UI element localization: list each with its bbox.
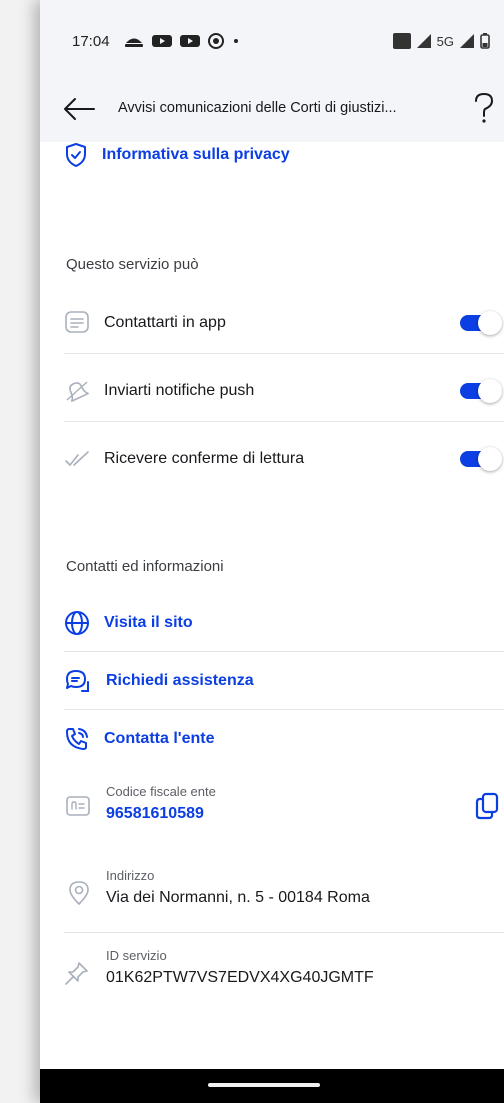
divider (64, 651, 504, 652)
page-title: Avvisi comunicazioni delle Corti di gius… (118, 100, 397, 116)
visit-site-link[interactable]: Visita il sito (64, 610, 193, 636)
status-bar: 17:04 5G (40, 0, 504, 76)
signal-icon-2 (460, 34, 474, 48)
preferences-section-title: Questo servizio può (66, 256, 199, 273)
location-pin-icon (69, 881, 89, 906)
home-gesture-handle[interactable] (208, 1083, 320, 1087)
visit-site-label: Visita il sito (104, 614, 193, 631)
preference-label: Inviarti notifiche push (104, 382, 255, 399)
preference-label: Ricevere conferme di lettura (104, 450, 305, 467)
question-mark-icon (475, 92, 494, 123)
request-support-link[interactable]: Richiedi assistenza (64, 668, 254, 694)
fiscal-code-label: Codice fiscale ente (106, 784, 216, 799)
double-check-icon (65, 451, 89, 466)
contacts-section-title: Contatti ed informazioni (66, 558, 224, 575)
bell-icon (66, 381, 89, 402)
chat-support-icon (66, 670, 89, 692)
preference-item-push-notifications: Inviarti notifiche push (64, 362, 504, 420)
divider (64, 709, 504, 710)
privacy-link[interactable]: Informativa sulla privacy (64, 142, 290, 168)
help-button[interactable] (472, 92, 496, 124)
address-value: Via dei Normanni, n. 5 - 00184 Roma (106, 889, 370, 906)
signal-icon (416, 34, 431, 48)
divider (64, 421, 504, 422)
divider (64, 353, 504, 354)
divider (64, 932, 504, 933)
youtube-icon (152, 35, 172, 47)
toggle-push-notifications[interactable] (460, 379, 502, 403)
copy-button[interactable] (474, 792, 500, 820)
preference-item-contact-in-app: Contattarti in app (64, 294, 504, 352)
id-card-icon (66, 796, 90, 816)
notification-icons (124, 33, 240, 49)
chrome-icon (208, 33, 224, 49)
arrow-left-icon (64, 98, 95, 120)
preference-item-read-receipts: Ricevere conferme di lettura (64, 430, 504, 488)
address-label: Indirizzo (106, 868, 155, 883)
phone-screen: 17:04 5G Avvisi comunicazioni delle Cort… (40, 0, 504, 1103)
youtube-icon-2 (180, 35, 200, 47)
toggle-contact-in-app[interactable] (460, 311, 502, 335)
battery-icon (480, 33, 490, 49)
toggle-read-receipts[interactable] (460, 447, 502, 471)
volte-icon (392, 33, 411, 49)
message-icon (65, 311, 89, 333)
copy-icon (475, 792, 499, 820)
system-navigation-bar (40, 1069, 504, 1103)
contact-entity-link[interactable]: Contatta l'ente (64, 726, 214, 752)
shield-check-icon (66, 143, 86, 167)
pin-icon (65, 962, 88, 985)
request-support-label: Richiedi assistenza (106, 672, 254, 689)
dot-icon (234, 39, 238, 43)
service-id-label: ID servizio (106, 948, 167, 963)
contact-entity-label: Contatta l'ente (104, 730, 215, 747)
status-time: 17:04 (72, 33, 110, 50)
service-id-value: 01K62PTW7VS7EDVX4XG40JGMTF (106, 969, 374, 986)
cast-icon (125, 38, 143, 47)
preference-label: Contattarti in app (104, 314, 226, 331)
globe-icon (65, 611, 89, 635)
fiscal-code-value: 96581610589 (106, 805, 204, 822)
status-right-icons: 5G (392, 33, 490, 49)
app-bar: Avvisi comunicazioni delle Corti di gius… (40, 76, 504, 142)
privacy-link-label: Informativa sulla privacy (102, 146, 290, 163)
network-type: 5G (436, 33, 454, 49)
back-button[interactable] (62, 96, 96, 122)
phone-icon (66, 728, 88, 750)
